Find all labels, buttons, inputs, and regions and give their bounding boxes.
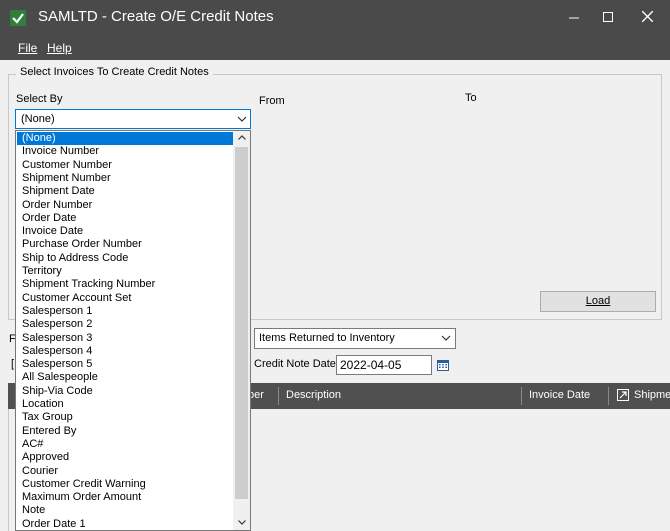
load-button[interactable]: Load xyxy=(540,291,656,312)
from-label: From xyxy=(259,95,285,107)
dropdown-option[interactable]: All Salespeople xyxy=(17,371,234,384)
menu-file-label: File xyxy=(18,41,38,55)
dropdown-option[interactable]: Invoice Date xyxy=(17,225,234,238)
dropdown-option[interactable]: Shipment Number xyxy=(17,172,234,185)
dropdown-option[interactable]: Invoice Number xyxy=(17,145,234,158)
dropdown-option[interactable]: Customer Number xyxy=(17,159,234,172)
column-header-invoice-date[interactable]: Invoice Date xyxy=(529,389,590,401)
close-button[interactable] xyxy=(624,0,670,36)
dropdown-option[interactable]: Entered By xyxy=(17,425,234,438)
dropdown-option[interactable]: Order Number xyxy=(17,199,234,212)
credit-note-date-label: Credit Note Date xyxy=(254,358,336,370)
partial-checkbox-edge: [ xyxy=(11,358,15,370)
dropdown-option[interactable]: Location xyxy=(17,398,234,411)
dropdown-option[interactable]: Order Date 1 xyxy=(17,518,234,530)
return-type-combo[interactable]: Items Returned to Inventory xyxy=(254,328,456,349)
column-header-shipment[interactable]: Shipmer xyxy=(634,389,670,401)
menu-file[interactable]: File xyxy=(18,41,37,55)
dropdown-option[interactable]: Approved xyxy=(17,451,234,464)
title-bar: SAMLTD - Create O/E Credit Notes xyxy=(0,0,670,36)
dropdown-option[interactable]: Shipment Tracking Number xyxy=(17,278,234,291)
dropdown-option[interactable]: Order Date xyxy=(17,212,234,225)
dropdown-option[interactable]: Customer Credit Warning xyxy=(17,478,234,491)
dropdown-option[interactable]: Note xyxy=(17,504,234,517)
dropdown-option[interactable]: Territory xyxy=(17,265,234,278)
dropdown-option[interactable]: AC# xyxy=(17,438,234,451)
minimize-icon xyxy=(569,17,579,19)
window-title: SAMLTD - Create O/E Credit Notes xyxy=(38,8,274,25)
chevron-down-icon[interactable] xyxy=(439,329,453,348)
select-by-combo[interactable]: (None) xyxy=(15,109,251,129)
close-icon xyxy=(641,10,653,23)
dropdown-option[interactable]: Salesperson 4 xyxy=(17,345,234,358)
scrollbar-thumb[interactable] xyxy=(235,147,248,499)
menu-help[interactable]: Help xyxy=(47,41,72,55)
menu-help-label: Help xyxy=(47,41,72,55)
dropdown-option[interactable]: Salesperson 5 xyxy=(17,358,234,371)
credit-note-date-field[interactable]: 2022-04-05 xyxy=(336,355,432,375)
select-by-label: Select By xyxy=(16,93,63,105)
dropdown-option[interactable]: Maximum Order Amount xyxy=(17,491,234,504)
dropdown-option[interactable]: Salesperson 1 xyxy=(17,305,234,318)
column-separator[interactable] xyxy=(278,387,279,405)
dropdown-option[interactable]: Customer Account Set xyxy=(17,292,234,305)
dropdown-option[interactable]: Salesperson 3 xyxy=(17,332,234,345)
load-button-label: Load xyxy=(585,295,611,307)
dropdown-option[interactable]: Ship to Address Code xyxy=(17,252,234,265)
scroll-down-icon[interactable] xyxy=(233,516,250,530)
app-check-icon xyxy=(10,10,26,26)
dropdown-option[interactable]: Courier xyxy=(17,465,234,478)
credit-note-date-value: 2022-04-05 xyxy=(340,358,402,372)
dropdown-scrollbar[interactable] xyxy=(233,131,250,530)
scroll-up-icon[interactable] xyxy=(233,131,250,145)
calendar-icon[interactable] xyxy=(437,359,449,371)
menu-bar: File Help xyxy=(0,36,670,60)
dropdown-option[interactable]: Ship-Via Code xyxy=(17,385,234,398)
return-type-value: Items Returned to Inventory xyxy=(259,332,395,344)
select-by-dropdown-list[interactable]: (None) Invoice Number Customer Number Shipm… xyxy=(15,130,251,531)
dropdown-option[interactable]: (None) xyxy=(17,132,234,145)
column-separator[interactable] xyxy=(608,387,609,405)
column-separator[interactable] xyxy=(521,387,522,405)
dropdown-option[interactable]: Tax Group xyxy=(17,411,234,424)
dropdown-option[interactable]: Purchase Order Number xyxy=(17,238,234,251)
chevron-down-icon[interactable] xyxy=(234,110,250,128)
dropdown-option[interactable]: Shipment Date xyxy=(17,185,234,198)
group-title: Select Invoices To Create Credit Notes xyxy=(16,66,213,78)
column-header-description[interactable]: Description xyxy=(286,389,341,401)
select-by-value: (None) xyxy=(21,113,55,125)
maximize-icon xyxy=(603,12,613,22)
dropdown-option[interactable]: Salesperson 2 xyxy=(17,318,234,331)
to-label: To xyxy=(465,92,477,104)
expand-column-icon[interactable] xyxy=(617,389,629,401)
